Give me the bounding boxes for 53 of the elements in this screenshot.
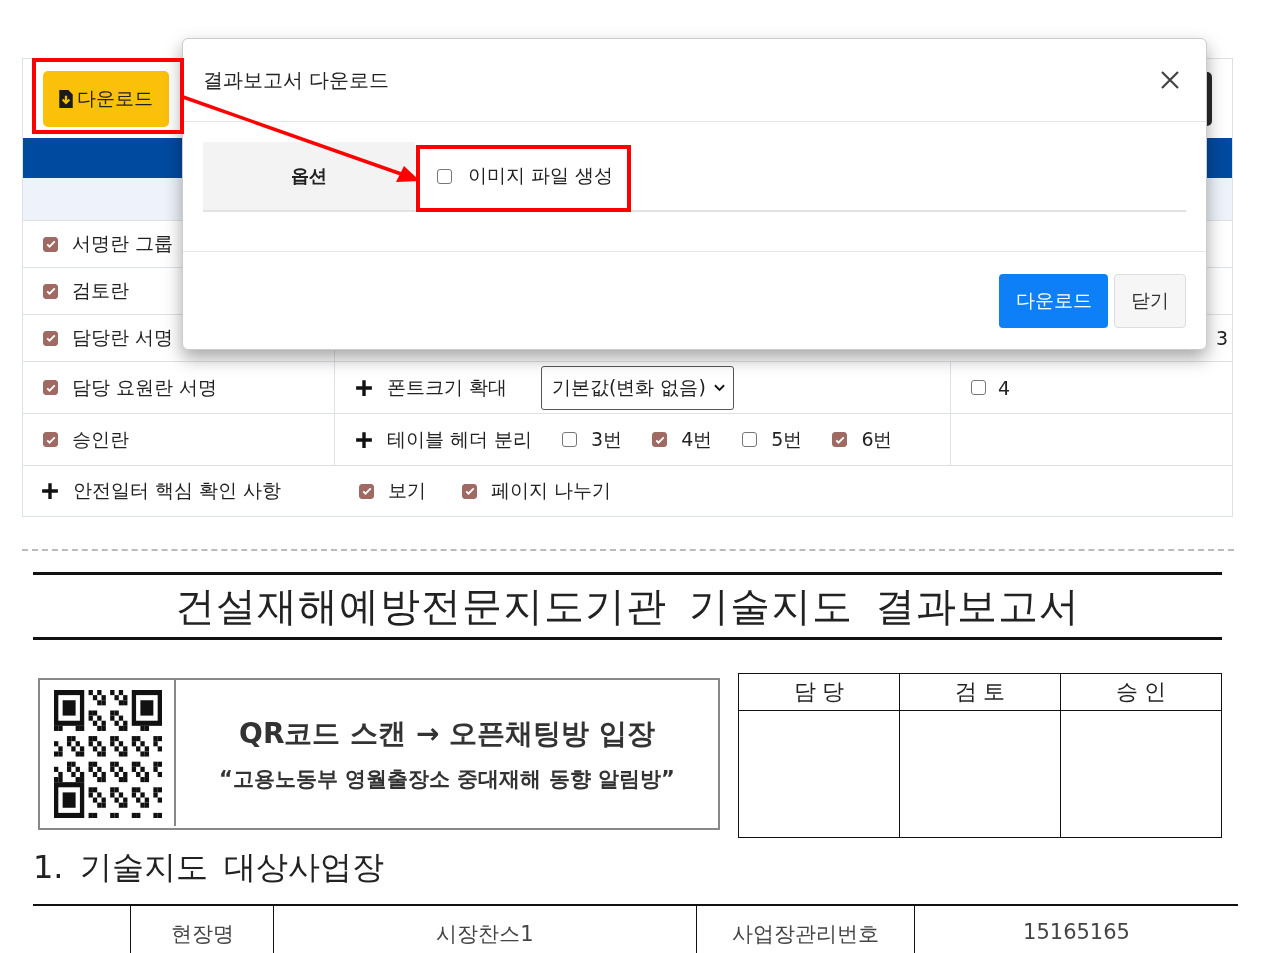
setting-label: 테이블 헤더 분리 xyxy=(387,426,533,452)
option-label: 4번 xyxy=(681,426,713,452)
banner-subline: “고용노동부 영월출장소 중대재해 동향 알림방” xyxy=(219,766,675,793)
checkbox[interactable] xyxy=(971,380,986,395)
banner-headline: QR코드 스캔 → 오픈채팅방 입장 xyxy=(239,716,655,752)
download-button[interactable]: 다운로드 xyxy=(43,70,169,127)
checkbox[interactable] xyxy=(43,283,58,299)
option-label: 3 xyxy=(1215,327,1228,349)
option-label: 담당란 서명 xyxy=(72,325,174,350)
download-button[interactable]: 다운로드 xyxy=(999,273,1108,328)
option-header: 옵션 xyxy=(203,142,415,210)
option-label: 검토란 xyxy=(72,278,129,303)
table-cell: 15165165 xyxy=(914,906,1238,953)
table-cell: 현장명 xyxy=(130,906,273,953)
option-label: 이미지 파일 생성 xyxy=(468,163,614,188)
option-label: 담당 요원란 서명 xyxy=(72,374,218,400)
approval-header: 승 인 xyxy=(1061,674,1221,711)
approval-header: 담 당 xyxy=(739,674,899,711)
checkbox[interactable] xyxy=(43,432,58,447)
report-title: 건설재해예방전문지도기관 기술지도 결과보고서 xyxy=(175,581,1080,631)
dialog-title: 결과보고서 다운로드 xyxy=(203,66,390,94)
checkbox[interactable] xyxy=(462,483,477,499)
chevron-down-icon xyxy=(713,383,725,392)
close-icon[interactable] xyxy=(1160,70,1180,90)
section-heading: 1. 기술지도 대상사업장 xyxy=(33,847,385,888)
file-download-icon xyxy=(59,89,73,108)
checkbox[interactable] xyxy=(437,168,452,184)
checkbox[interactable] xyxy=(832,432,848,447)
option-label: 보기 xyxy=(388,478,426,503)
option-label: 서명란 그룹 xyxy=(72,231,174,256)
approval-header: 검 토 xyxy=(900,674,1060,711)
option-label: 승인란 xyxy=(72,426,129,452)
option-label: 3번 xyxy=(591,426,623,452)
option-label: 6번 xyxy=(861,426,893,452)
option-label: 페이지 나누기 xyxy=(491,478,612,503)
font-size-select[interactable]: 기본값(변화 없음) xyxy=(541,365,734,410)
checkbox[interactable] xyxy=(43,380,58,395)
table-cell: 시장찬스1 xyxy=(273,906,696,953)
close-button[interactable]: 닫기 xyxy=(1114,273,1186,328)
option-label: 5번 xyxy=(771,426,803,452)
table-cell: 사업장관리번호 xyxy=(696,906,914,953)
checkbox[interactable] xyxy=(562,432,578,447)
checkbox[interactable] xyxy=(742,432,758,447)
checkbox[interactable] xyxy=(652,432,668,447)
plus-icon xyxy=(355,430,373,449)
plus-icon xyxy=(41,482,59,500)
checkbox[interactable] xyxy=(43,330,58,346)
section-label: 안전일터 핵심 확인 사항 xyxy=(73,478,282,503)
option-label: 4 xyxy=(998,376,1011,399)
plus-icon xyxy=(355,378,373,397)
checkbox[interactable] xyxy=(359,483,374,499)
checkbox[interactable] xyxy=(43,236,58,252)
setting-label: 폰트크기 확대 xyxy=(387,374,508,400)
